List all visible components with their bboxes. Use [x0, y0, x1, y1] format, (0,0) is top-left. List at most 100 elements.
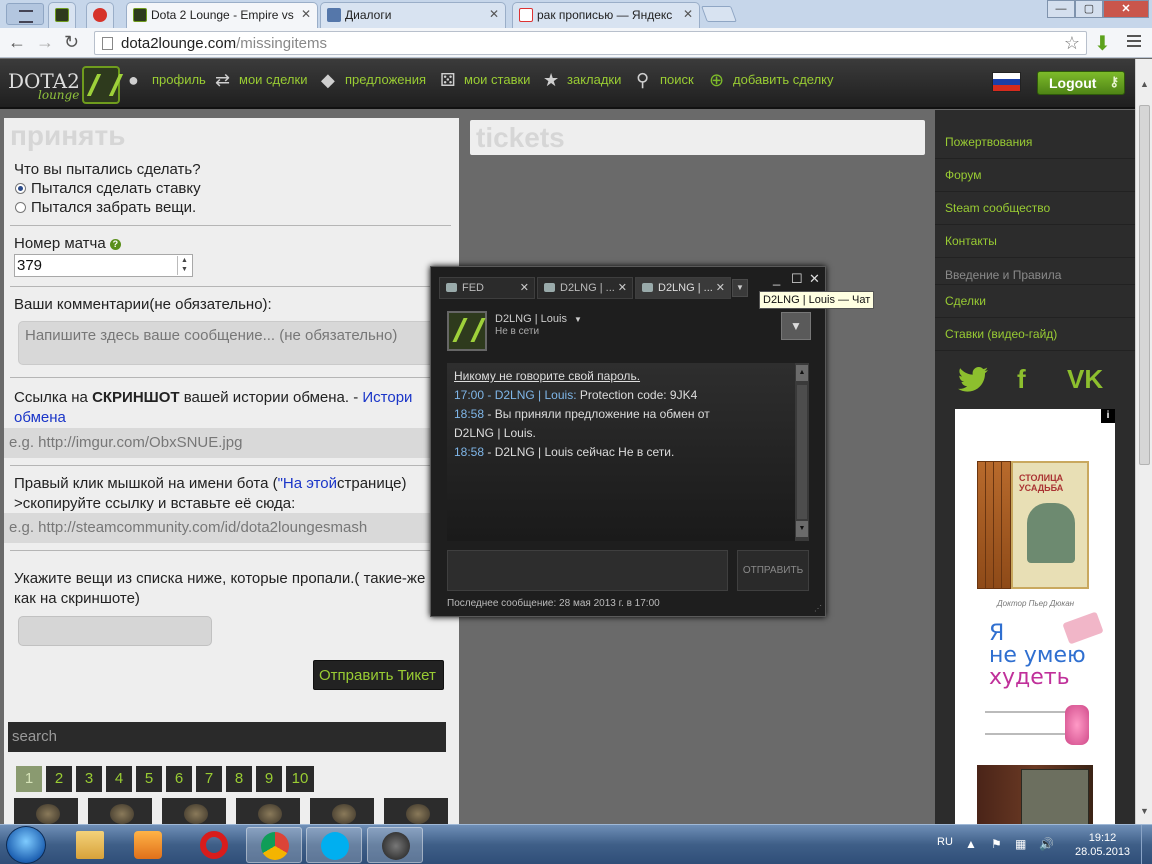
input-language[interactable]: RU [937, 836, 953, 848]
scroll-up-arrow-icon[interactable]: ▲ [1140, 79, 1149, 89]
item-thumbnail[interactable] [14, 798, 78, 824]
close-tab-icon[interactable]: ✕ [683, 7, 693, 21]
scroll-down-arrow-icon[interactable]: ▼ [796, 521, 808, 537]
close-tab-icon[interactable]: ✕ [301, 7, 311, 21]
chat-log-scrollbar[interactable]: ▲ ▼ [795, 363, 809, 541]
item-thumbnail[interactable] [236, 798, 300, 824]
bot-page-link[interactable]: "На этой [278, 475, 337, 492]
chevron-down-icon[interactable]: ▼ [574, 315, 582, 324]
minimize-button[interactable]: — [1047, 0, 1075, 18]
nav-offers[interactable]: ◆ предложения [321, 70, 426, 94]
tab-dota2-lounge[interactable]: Dota 2 Lounge - Empire vs ✕ [126, 2, 318, 28]
restore-button[interactable]: ▢ [1075, 0, 1103, 18]
page-button-1[interactable]: 1 [16, 766, 42, 792]
close-tab-icon[interactable]: ✕ [716, 281, 725, 294]
page-button-3[interactable]: 3 [76, 766, 102, 792]
chat-minimize-icon[interactable]: _ [773, 271, 780, 286]
sidebar-link-steam-community[interactable]: Steam сообщество [945, 201, 1050, 215]
russian-flag-icon[interactable] [992, 72, 1021, 92]
page-button-2[interactable]: 2 [46, 766, 72, 792]
sidebar-link-bets-guide[interactable]: Ставки (видео-гайд) [945, 327, 1057, 341]
page-button-4[interactable]: 4 [106, 766, 132, 792]
show-desktop-button[interactable] [1141, 825, 1152, 864]
taskbar-steam[interactable] [367, 827, 423, 863]
chat-send-button[interactable]: ОТПРАВИТЬ [737, 550, 809, 591]
match-number-input[interactable]: 379 ▲ ▼ [14, 254, 193, 277]
facebook-icon[interactable]: f [1017, 364, 1026, 395]
taskbar-chrome[interactable] [246, 827, 302, 863]
page-button-9[interactable]: 9 [256, 766, 282, 792]
ad-info-icon[interactable]: i [1101, 409, 1115, 423]
window-menu-button[interactable] [6, 3, 44, 25]
chat-options-button[interactable]: ▼ [781, 312, 811, 340]
dota2-lounge-logo[interactable]: DOTA2 lounge [8, 66, 120, 104]
sidebar-link-donations[interactable]: Пожертвования [945, 135, 1032, 149]
taskbar-media-player[interactable] [120, 827, 176, 863]
tray-expand-icon[interactable]: ▲ [965, 837, 977, 851]
bot-profile-url-input[interactable]: e.g. http://steamcommunity.com/id/dota2l… [4, 513, 455, 543]
chrome-menu-icon[interactable] [1127, 35, 1141, 47]
item-search-input[interactable]: search [8, 722, 446, 752]
page-button-8[interactable]: 8 [226, 766, 252, 792]
close-tab-icon[interactable]: ✕ [520, 281, 529, 294]
clock[interactable]: 19:12 28.05.2013 [1075, 831, 1130, 859]
vk-icon[interactable]: VK [1067, 364, 1103, 395]
scroll-up-arrow-icon[interactable]: ▲ [796, 365, 808, 381]
twitter-icon[interactable] [957, 366, 989, 394]
help-icon[interactable]: ? [109, 238, 121, 250]
trade-history-link-cont[interactable]: обмена [14, 409, 66, 426]
nav-add-trade[interactable]: ⊕ добавить сделку [709, 70, 834, 94]
page-button-6[interactable]: 6 [166, 766, 192, 792]
trade-history-link[interactable]: Истори [362, 389, 412, 406]
item-thumbnail[interactable] [88, 798, 152, 824]
taskbar-skype[interactable] [306, 827, 362, 863]
bookmark-star-icon[interactable]: ☆ [1064, 33, 1080, 54]
tab-dialogs[interactable]: Диалоги ✕ [320, 2, 506, 28]
page-scrollbar[interactable]: ▲ ▼ [1135, 59, 1152, 824]
sidebar-link-trades[interactable]: Сделки [945, 294, 986, 308]
item-thumbnail[interactable] [310, 798, 374, 824]
close-tab-icon[interactable]: ✕ [618, 281, 627, 294]
new-tab-button[interactable] [701, 6, 737, 22]
page-button-7[interactable]: 7 [196, 766, 222, 792]
close-tab-icon[interactable]: ✕ [489, 7, 499, 21]
taskbar-explorer[interactable] [62, 827, 118, 863]
scrollbar-thumb[interactable] [797, 385, 807, 519]
item-thumbnail[interactable] [162, 798, 226, 824]
sidebar-link-forum[interactable]: Форум [945, 168, 981, 182]
reload-icon[interactable]: ↻ [64, 32, 79, 52]
sidebar-link-contacts[interactable]: Контакты [945, 234, 997, 248]
start-button[interactable] [6, 826, 46, 864]
radio-withdraw[interactable] [15, 202, 26, 213]
pinned-tab[interactable] [48, 2, 76, 28]
item-thumbnail[interactable] [384, 798, 448, 824]
chat-maximize-icon[interactable]: ☐ [791, 271, 803, 287]
radio-bet[interactable] [15, 183, 26, 194]
selected-items-box[interactable] [18, 616, 212, 646]
download-extension-icon[interactable]: ⬇ [1094, 31, 1111, 56]
avatar[interactable] [447, 311, 487, 351]
volume-icon[interactable]: 🔊 [1039, 837, 1054, 851]
resize-grip-icon[interactable]: ⋰ [814, 604, 822, 613]
chat-tabs-dropdown-icon[interactable]: ▼ [732, 279, 748, 297]
nav-search[interactable]: ⚲ поиск [636, 70, 694, 94]
tab-yandex[interactable]: рак прописью — Яндекс ✕ [512, 2, 700, 28]
chat-tab-d2lng-2[interactable]: D2LNG | ... ✕ [635, 277, 731, 299]
back-arrow-icon[interactable]: ← [8, 32, 26, 52]
comments-textarea[interactable]: Напишите здесь ваше сообщение... (не обя… [18, 321, 446, 365]
chat-message-input[interactable] [447, 550, 728, 591]
address-bar[interactable]: dota2lounge.com/missingitems ☆ [94, 31, 1087, 55]
forward-arrow-icon[interactable]: → [36, 32, 54, 52]
scrollbar-thumb[interactable] [1139, 105, 1150, 465]
chat-close-icon[interactable]: ✕ [809, 271, 820, 287]
advertisement-banner[interactable]: i СТОЛИЦА УСАДЬБА Доктор Пьер Дюкан Я не… [955, 409, 1115, 827]
nav-profile[interactable]: ● профиль [128, 70, 206, 94]
page-button-10[interactable]: 10 [286, 766, 314, 792]
page-button-5[interactable]: 5 [136, 766, 162, 792]
nav-my-trades[interactable]: ⇄ мои сделки [215, 70, 307, 94]
chat-tab-d2lng-1[interactable]: D2LNG | ... ✕ [537, 277, 633, 299]
action-center-flag-icon[interactable]: ⚑ [991, 837, 1002, 851]
chat-tab-fed[interactable]: FED ✕ [439, 277, 535, 299]
screenshot-url-input[interactable]: e.g. http://imgur.com/ObxSNUE.jpg [4, 428, 455, 458]
taskbar-opera[interactable] [186, 827, 242, 863]
